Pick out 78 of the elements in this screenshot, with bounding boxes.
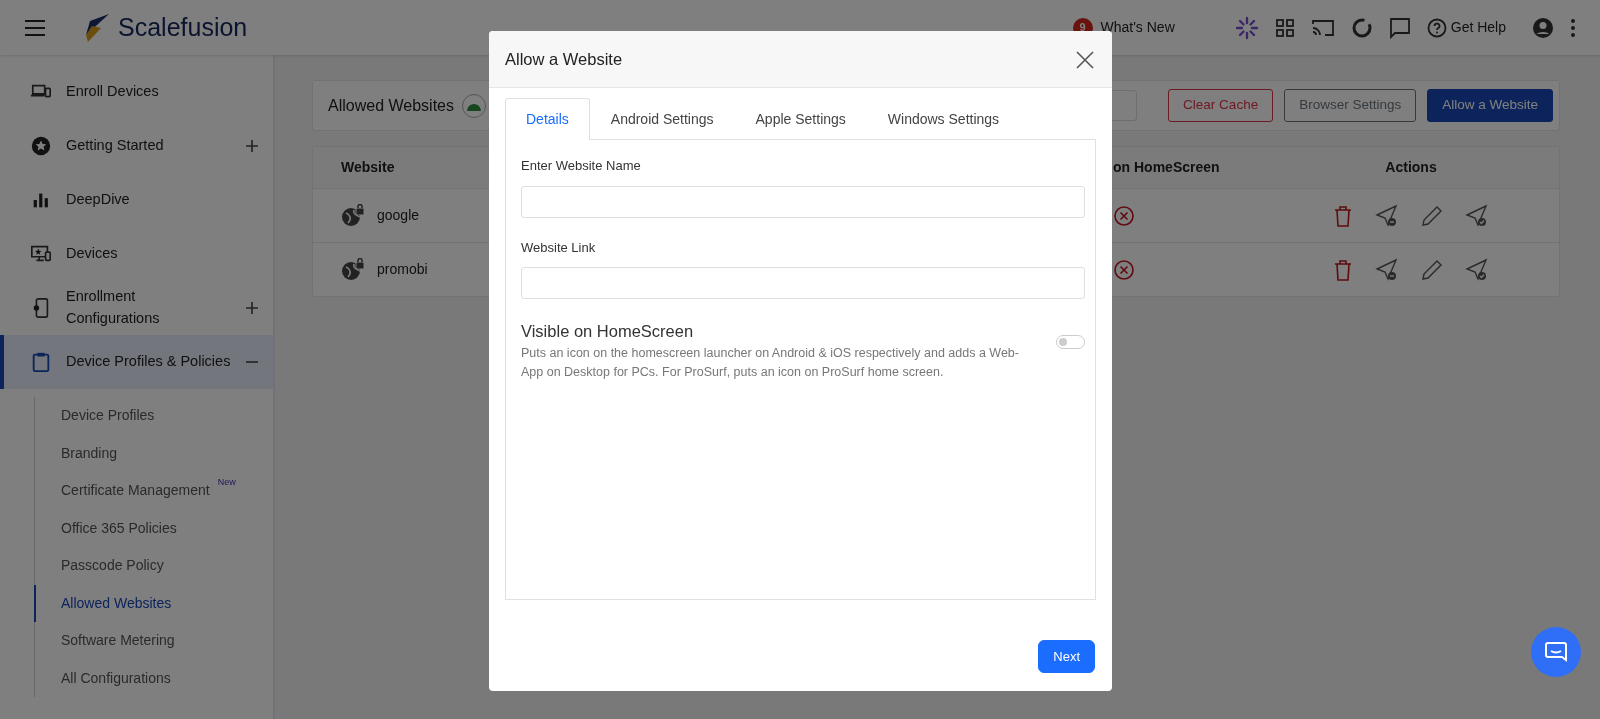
header-button[interactable]: Clear Cache xyxy=(1168,89,1274,122)
submenu-label: Branding xyxy=(61,443,118,463)
pencil-icon[interactable] xyxy=(1421,258,1443,281)
grid-icon[interactable] xyxy=(1274,17,1295,38)
next-button[interactable]: Next xyxy=(1038,639,1095,673)
setting-description: Puts an icon on the homescreen launcher on Android & iOS respectively and adds a Web-App on Desktop for PCs. For ProSurf, puts an icon on ProSurf home screen. xyxy=(521,344,1020,382)
chat-icon xyxy=(1544,640,1568,664)
new-tag: New xyxy=(217,476,236,490)
cast-icon[interactable] xyxy=(1310,17,1335,38)
column-header: Actions xyxy=(1385,158,1437,177)
submenu-item[interactable]: Office 365 Policies xyxy=(34,509,273,547)
message-icon[interactable] xyxy=(1388,16,1411,39)
pencil-icon[interactable] xyxy=(1421,204,1443,227)
column-header: Website xyxy=(341,158,395,177)
globe-lock-icon xyxy=(341,203,365,228)
page-title: Allowed Websites xyxy=(328,95,454,116)
ring-icon[interactable] xyxy=(1350,16,1373,39)
chat-button[interactable] xyxy=(1531,627,1581,677)
close-icon xyxy=(1076,50,1094,69)
submenu-item[interactable]: Passcode Policy xyxy=(34,547,273,585)
submenu-item[interactable]: Device Profiles xyxy=(34,397,273,435)
send-minus-icon[interactable] xyxy=(1375,203,1399,228)
submenu-label: Allowed Websites xyxy=(61,593,172,613)
send-minus-icon[interactable] xyxy=(1375,257,1399,282)
setting-title: Visible on HomeScreen xyxy=(521,321,695,342)
send-check-icon[interactable] xyxy=(1465,203,1489,228)
submenu-label: Software Metering xyxy=(61,631,175,651)
column-header: on HomeScreen xyxy=(1113,158,1220,177)
sidebar-label: Device Profiles & Policies xyxy=(66,352,231,372)
sidebar-label: Enrollment Configurations xyxy=(66,287,161,328)
sidebar-item[interactable]: Enrollment Configurations xyxy=(0,281,273,335)
dialog-title: Allow a Website xyxy=(505,48,623,70)
sidebar-item[interactable]: Getting Started xyxy=(0,119,273,173)
submenu-item[interactable]: All Configurations xyxy=(34,659,273,697)
submenu-label: Certificate Management xyxy=(61,481,210,501)
sidebar-label: DeepDive xyxy=(66,190,130,210)
sidebar-label: Getting Started xyxy=(66,136,164,156)
brand-name: Scalefusion xyxy=(118,11,248,43)
whats-new-link[interactable]: What's New xyxy=(1100,17,1175,38)
website-name: promobi xyxy=(377,260,428,279)
submenu-item[interactable]: Software Metering xyxy=(34,622,273,660)
submenu-label: Passcode Policy xyxy=(61,556,164,576)
submenu-label: Office 365 Policies xyxy=(61,518,177,538)
spinner-icon[interactable] xyxy=(1234,15,1259,40)
sidebar-item[interactable]: Enroll Devices xyxy=(0,65,273,119)
sidebar-label: Devices xyxy=(66,244,118,264)
submenu-item[interactable]: Certificate Management New xyxy=(34,472,273,510)
send-check-icon[interactable] xyxy=(1465,257,1489,282)
clipboard-icon xyxy=(30,351,52,373)
avatar-icon[interactable] xyxy=(1532,16,1554,39)
tab[interactable]: Windows Settings xyxy=(866,98,1021,140)
field-label: Enter Website Name xyxy=(521,157,642,175)
input-field[interactable] xyxy=(521,267,1085,299)
more-icon[interactable] xyxy=(1570,17,1576,38)
globe-lock-icon xyxy=(341,257,365,282)
tab[interactable]: Android Settings xyxy=(589,98,735,140)
trash-icon[interactable] xyxy=(1333,258,1353,281)
help-link[interactable]: Get Help xyxy=(1450,17,1506,38)
header-button[interactable]: Allow a Website xyxy=(1427,89,1553,122)
sidebar-label: Enroll Devices xyxy=(66,82,159,102)
menu-icon[interactable] xyxy=(24,18,46,37)
input-field[interactable] xyxy=(521,185,1085,218)
header-button[interactable]: Browser Settings xyxy=(1284,89,1417,122)
submenu-label: All Configurations xyxy=(61,668,171,688)
submenu-label: Device Profiles xyxy=(61,406,155,426)
plus-icon[interactable] xyxy=(245,301,259,315)
submenu-item[interactable]: Branding xyxy=(34,434,273,472)
trash-icon[interactable] xyxy=(1333,204,1353,227)
tab[interactable]: Apple Settings xyxy=(734,98,867,140)
help-icon[interactable] xyxy=(1426,17,1447,38)
submenu-item[interactable]: Allowed Websites xyxy=(34,584,273,622)
sidebar-item[interactable]: DeepDive xyxy=(0,173,273,227)
sidebar-item[interactable]: Device Profiles & Policies xyxy=(0,335,273,389)
sidebar-item[interactable]: Devices xyxy=(0,227,273,281)
field-label: Website Link xyxy=(521,238,597,257)
tab[interactable]: Details xyxy=(505,98,590,140)
plus-icon[interactable] xyxy=(245,139,259,153)
website-name: google xyxy=(377,206,420,225)
